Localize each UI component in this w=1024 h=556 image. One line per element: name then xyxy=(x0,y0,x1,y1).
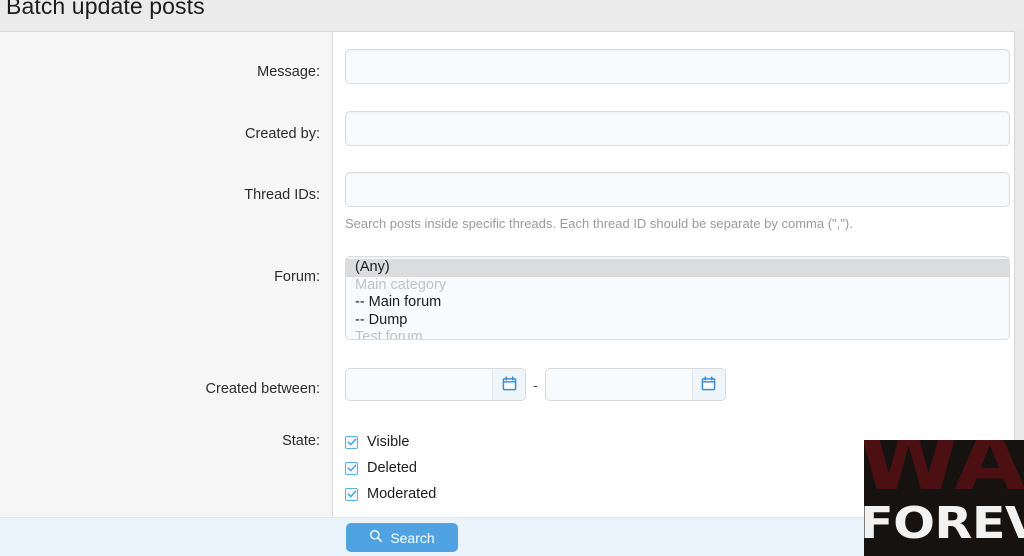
checkbox-checked-icon[interactable] xyxy=(345,461,358,475)
created-from-calendar-button[interactable] xyxy=(492,369,525,400)
forum-option[interactable]: (Any) xyxy=(346,259,1009,277)
field-created-between: - xyxy=(345,368,726,401)
thread-ids-help-text: Search posts inside specific threads. Ea… xyxy=(345,216,853,231)
state-checkbox-deleted[interactable]: Deleted xyxy=(345,455,436,481)
forum-option: Test forum xyxy=(355,329,423,340)
form-body: Message: Created by: Thread IDs: Search … xyxy=(0,32,1014,517)
date-range-separator: - xyxy=(533,376,538,393)
calendar-icon xyxy=(502,375,517,394)
forum-option: Main category xyxy=(355,276,447,293)
state-checkbox-visible[interactable]: Visible xyxy=(345,429,436,455)
created-by-input[interactable] xyxy=(345,111,1010,146)
search-icon xyxy=(369,529,383,546)
batch-update-posts-form-card: Message: Created by: Thread IDs: Search … xyxy=(0,31,1015,556)
checkbox-checked-icon[interactable] xyxy=(345,435,358,449)
page-title: Batch update posts xyxy=(6,0,205,19)
date-to-group xyxy=(544,368,726,401)
search-button-label: Search xyxy=(390,529,435,546)
forum-option[interactable]: -- Main forum xyxy=(346,294,1009,312)
forum-option[interactable]: -- Dump xyxy=(346,312,1009,330)
forum-select-list[interactable]: (Any) Main category -- Main forum -- Dum… xyxy=(345,256,1010,340)
label-state: State: xyxy=(282,433,320,449)
thread-ids-input[interactable] xyxy=(345,172,1010,207)
created-to-calendar-button[interactable] xyxy=(691,369,725,400)
state-label: Moderated xyxy=(367,486,437,502)
created-to-input[interactable] xyxy=(545,369,692,400)
state-checkbox-moderated[interactable]: Moderated xyxy=(345,481,436,507)
created-from-input[interactable] xyxy=(346,369,492,400)
state-label: Visible xyxy=(367,434,410,450)
field-state: Visible Deleted Moderated xyxy=(345,429,436,507)
label-created-between: Created between: xyxy=(205,381,320,397)
calendar-icon xyxy=(701,375,716,394)
watermark-line-forever: FOREVER xyxy=(864,498,1024,549)
label-forum: Forum: xyxy=(274,269,320,285)
label-thread-ids: Thread IDs: xyxy=(244,187,320,203)
card-footer: Search xyxy=(0,517,1014,556)
field-thread-ids: Search posts inside specific threads. Ea… xyxy=(345,172,1010,231)
page-header: Batch update posts xyxy=(0,0,1024,31)
checkbox-checked-icon[interactable] xyxy=(345,487,358,501)
field-message xyxy=(345,49,1010,84)
watermark-line-war: WAR xyxy=(864,440,1024,508)
field-forum: (Any) Main category -- Main forum -- Dum… xyxy=(345,256,1010,340)
war-forever-watermark: WAR FOREVER xyxy=(864,440,1024,556)
date-from-group xyxy=(345,368,526,401)
message-input[interactable] xyxy=(345,49,1010,84)
label-message: Message: xyxy=(257,64,320,80)
state-label: Deleted xyxy=(367,460,417,476)
search-button[interactable]: Search xyxy=(346,523,458,552)
label-created-by: Created by: xyxy=(245,126,320,142)
field-created-by xyxy=(345,111,1010,146)
